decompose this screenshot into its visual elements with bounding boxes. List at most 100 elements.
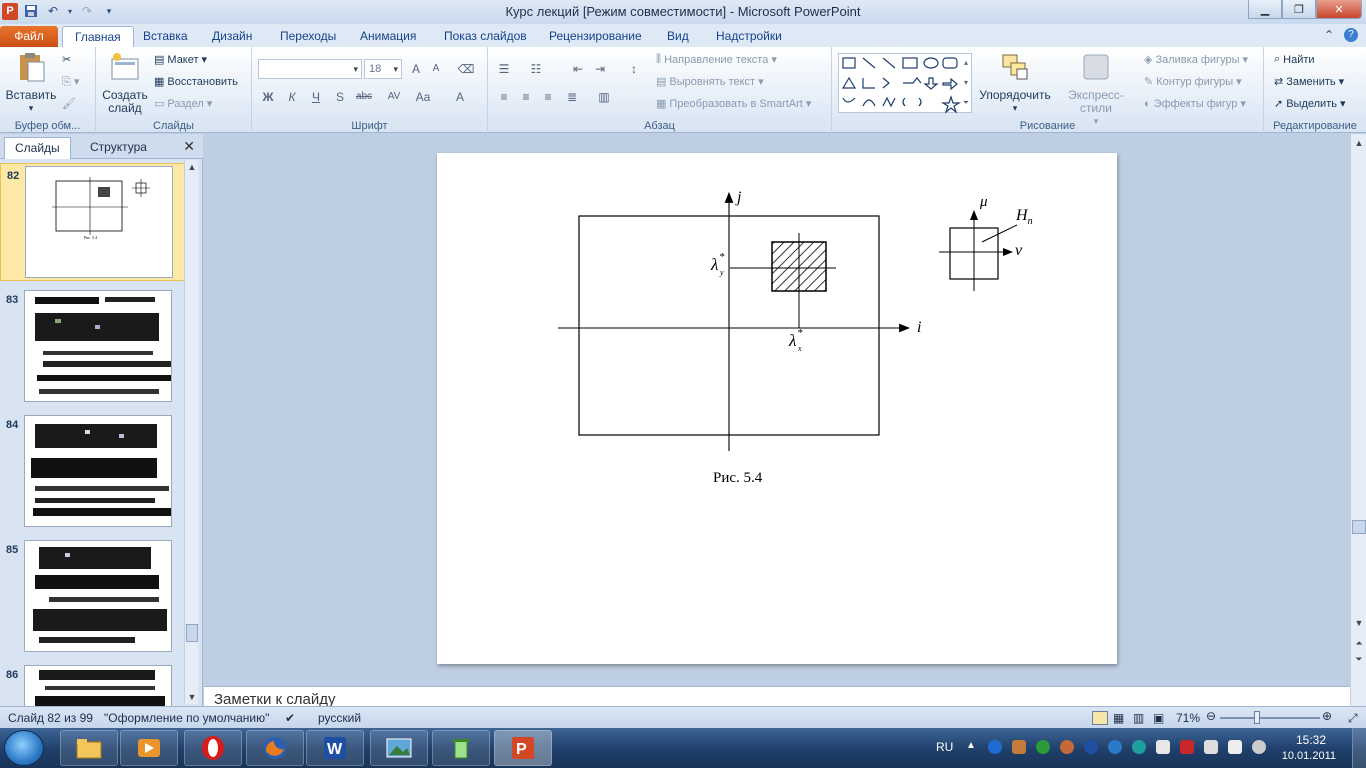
new-slide-button[interactable]: Создать слайд xyxy=(100,51,150,115)
minimize-ribbon-icon[interactable]: ⌃ xyxy=(1324,28,1334,42)
tab-view[interactable]: Вид xyxy=(667,26,689,47)
shapes-gallery[interactable] xyxy=(838,53,972,114)
shape-fill-button[interactable]: ◈ Заливка фигуры ▾ xyxy=(1144,53,1248,67)
reset-button[interactable]: ▦ Восстановить xyxy=(154,75,238,89)
previous-slide-icon[interactable]: ⏶ xyxy=(1352,638,1366,652)
zoom-level[interactable]: 71% xyxy=(1176,711,1200,725)
shapes-scroll-down-icon[interactable]: ▾ xyxy=(960,73,972,93)
align-center-icon[interactable]: ≡ xyxy=(516,87,536,107)
tray-app-icon-5[interactable] xyxy=(1132,740,1146,754)
scroll-up-icon[interactable]: ▲ xyxy=(185,160,199,174)
word-taskbar-icon[interactable]: W xyxy=(306,730,364,766)
text-direction-button[interactable]: ⫼ Направление текста ▾ xyxy=(656,53,777,66)
scroll-thumb[interactable] xyxy=(186,624,198,642)
scroll-thumb[interactable] xyxy=(1352,520,1366,534)
antivirus-icon[interactable] xyxy=(1180,740,1194,754)
recycle-taskbar-icon[interactable] xyxy=(432,730,490,766)
fit-to-window-icon[interactable]: ⤢ xyxy=(1348,711,1358,726)
slides-panel-scrollbar[interactable]: ▲ ▼ xyxy=(184,160,198,704)
grow-font-button[interactable]: A xyxy=(406,59,426,79)
section-button[interactable]: ▭ Раздел ▾ xyxy=(154,97,212,111)
notes-pane[interactable]: Заметки к слайду xyxy=(204,686,1350,706)
tab-slides[interactable]: Слайды xyxy=(4,137,71,159)
copy-icon[interactable]: ⎘ ▾ xyxy=(62,75,79,89)
tab-addins[interactable]: Надстройки xyxy=(716,26,782,47)
power-icon[interactable] xyxy=(1204,740,1218,754)
underline-button[interactable]: Ч xyxy=(306,87,326,107)
tab-home[interactable]: Главная xyxy=(62,26,134,47)
zoom-out-icon[interactable]: ⊖ xyxy=(1206,709,1216,723)
zoom-in-icon[interactable]: ⊕ xyxy=(1322,709,1332,723)
shapes-scroll-up-icon[interactable]: ▴ xyxy=(960,53,972,73)
language-indicator[interactable]: русский xyxy=(318,711,361,725)
slide-thumbnail-84[interactable]: 84 xyxy=(0,413,185,531)
spellcheck-icon[interactable]: ✔ xyxy=(285,711,295,725)
shapes-more-icon[interactable]: ⏷ xyxy=(960,93,972,113)
tab-outline[interactable]: Структура xyxy=(80,137,157,159)
zoom-slider[interactable] xyxy=(1220,717,1320,719)
font-size-combo[interactable]: 18 xyxy=(364,59,402,79)
powerpoint-taskbar-icon[interactable]: P xyxy=(494,730,552,766)
slide-thumbnail-85[interactable]: 85 xyxy=(0,538,185,656)
next-slide-icon[interactable]: ⏷ xyxy=(1352,654,1366,668)
shape-effects-button[interactable]: ◐ Эффекты фигур ▾ xyxy=(1144,97,1246,111)
paste-button[interactable]: Вставить ▾ xyxy=(4,51,58,115)
theme-name[interactable]: "Оформление по умолчанию" xyxy=(104,711,269,725)
firefox-taskbar-icon[interactable] xyxy=(246,730,304,766)
close-button[interactable]: ✕ xyxy=(1316,0,1362,19)
tab-file[interactable]: Файл xyxy=(0,26,58,47)
minimize-button[interactable]: ▁ xyxy=(1248,0,1282,19)
bold-button[interactable]: Ж xyxy=(258,87,278,107)
strikethrough-button[interactable]: abc xyxy=(354,87,374,107)
find-button[interactable]: ⌕ Найти xyxy=(1274,53,1315,66)
tray-app-icon-1[interactable] xyxy=(988,740,1002,754)
tab-design[interactable]: Дизайн xyxy=(212,26,252,47)
show-hidden-icons[interactable]: ▲ xyxy=(966,740,976,751)
char-spacing-button[interactable]: AV xyxy=(380,87,408,107)
scroll-up-icon[interactable]: ▲ xyxy=(1352,138,1366,152)
shadow-button[interactable]: S xyxy=(330,87,350,107)
opera-taskbar-icon[interactable] xyxy=(184,730,242,766)
utorrent-icon[interactable] xyxy=(1036,740,1050,754)
change-case-button[interactable]: Aa xyxy=(410,87,436,107)
slide-sorter-icon[interactable]: ▦ xyxy=(1113,711,1124,725)
decrease-indent-icon[interactable]: ⇤ xyxy=(568,59,588,79)
tab-transitions[interactable]: Переходы xyxy=(280,26,336,47)
tray-app-icon-4[interactable] xyxy=(1084,740,1098,754)
align-text-button[interactable]: ▤ Выровнять текст ▾ xyxy=(656,75,764,89)
justify-icon[interactable]: ≣ xyxy=(562,87,582,107)
quick-styles-button[interactable]: Экспресс-стили ▾ xyxy=(1054,51,1138,128)
scroll-down-icon[interactable]: ▼ xyxy=(1352,618,1366,632)
slide-thumbnail-86[interactable]: 86 xyxy=(0,663,185,706)
scroll-down-icon[interactable]: ▼ xyxy=(185,690,199,704)
arrange-button[interactable]: Упорядочить ▾ xyxy=(976,51,1054,115)
language-tray[interactable]: RU xyxy=(936,740,953,754)
cut-icon[interactable]: ✂ xyxy=(62,53,71,66)
increase-indent-icon[interactable]: ⇥ xyxy=(590,59,610,79)
explorer-taskbar-icon[interactable] xyxy=(60,730,118,766)
clear-format-icon[interactable]: ⌫ xyxy=(456,59,476,79)
help-icon[interactable]: ? xyxy=(1344,28,1358,42)
media-player-taskbar-icon[interactable] xyxy=(120,730,178,766)
image-viewer-taskbar-icon[interactable] xyxy=(370,730,428,766)
slide-thumbnail-83[interactable]: 83 xyxy=(0,288,185,406)
volume-icon[interactable] xyxy=(1252,740,1266,754)
tray-app-icon-3[interactable] xyxy=(1060,740,1074,754)
line-spacing-icon[interactable]: ↕ xyxy=(624,59,644,79)
reading-view-icon[interactable]: ▥ xyxy=(1133,711,1144,725)
select-button[interactable]: ➚ Выделить ▾ xyxy=(1274,97,1346,111)
clock-date[interactable]: 10.01.2011 xyxy=(1282,750,1336,762)
tab-animation[interactable]: Анимация xyxy=(360,26,416,47)
maximize-button[interactable]: ❐ xyxy=(1282,0,1316,19)
shape-outline-button[interactable]: ✎ Контур фигуры ▾ xyxy=(1144,75,1242,89)
tab-review[interactable]: Рецензирование xyxy=(549,26,642,47)
columns-icon[interactable]: ▥ xyxy=(594,87,614,107)
slide-thumbnail-82[interactable]: 82 Рис. 5.4 xyxy=(0,163,185,281)
show-desktop-button[interactable] xyxy=(1352,728,1366,768)
layout-button[interactable]: ▤ Макет ▾ xyxy=(154,53,207,67)
normal-view-icon[interactable] xyxy=(1092,711,1108,725)
skype-icon[interactable] xyxy=(1108,740,1122,754)
align-left-icon[interactable]: ≡ xyxy=(494,87,514,107)
action-center-icon[interactable] xyxy=(1156,740,1170,754)
clock-time[interactable]: 15:32 xyxy=(1296,733,1326,747)
